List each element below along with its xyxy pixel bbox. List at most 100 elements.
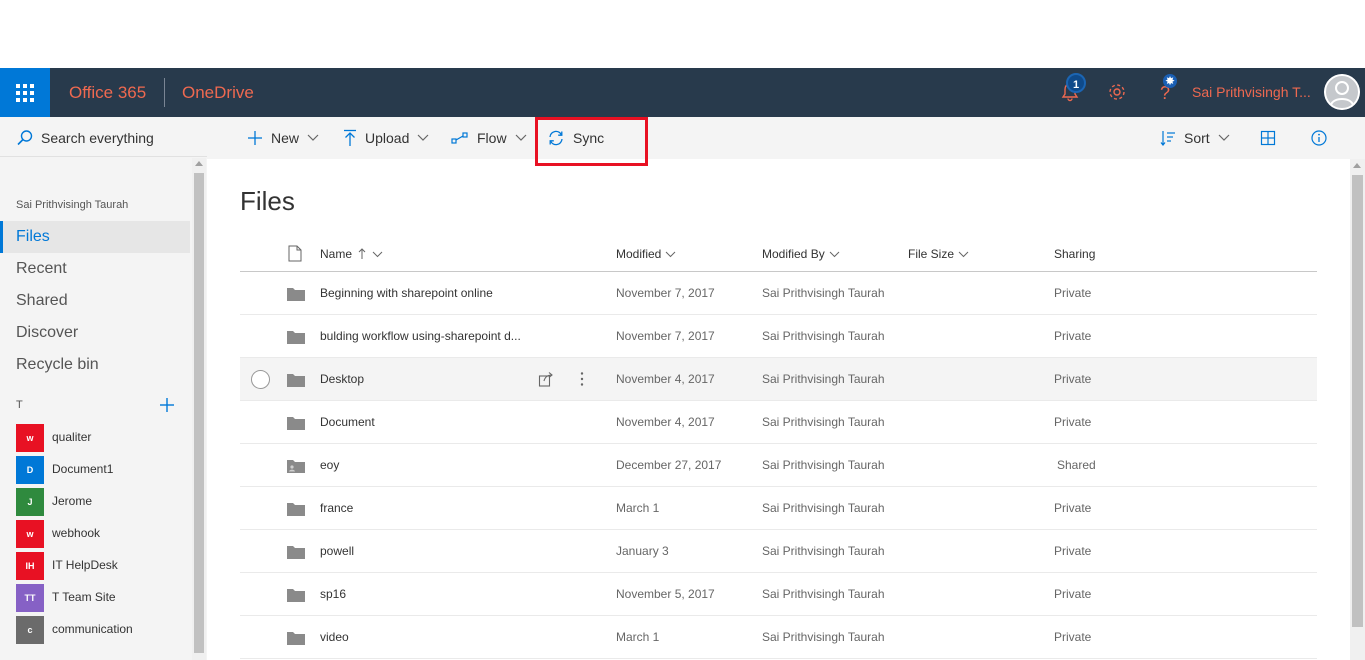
- file-name[interactable]: eoy: [320, 444, 530, 487]
- sharing-column-header[interactable]: Sharing: [1054, 247, 1095, 261]
- file-size-column-header[interactable]: File Size: [908, 247, 969, 261]
- file-name[interactable]: bulding workflow using-sharepoint d...: [320, 315, 530, 358]
- folder-icon: [287, 632, 305, 645]
- modified-by: Sai Prithvisingh Taurah: [762, 501, 885, 515]
- chevron-down-icon: [829, 251, 840, 257]
- nav-scroll-up-arrow-icon[interactable]: [195, 161, 203, 166]
- more-options-icon[interactable]: [577, 371, 587, 387]
- share-icon[interactable]: [538, 371, 554, 387]
- chevron-down-icon: [417, 134, 429, 141]
- table-row[interactable]: bulding workflow using-sharepoint d... N…: [240, 315, 1317, 358]
- file-name[interactable]: powell: [320, 530, 530, 573]
- shared-folder-icon: [287, 460, 305, 473]
- sharing-status: Private: [1054, 415, 1092, 429]
- nav-item-discover[interactable]: Discover: [0, 317, 190, 349]
- table-row[interactable]: video March 1 Sai Prithvisingh Taurah Pr…: [240, 616, 1317, 659]
- page-title: Files: [240, 186, 295, 216]
- avatar[interactable]: [1324, 74, 1360, 110]
- group-tile: J: [16, 488, 44, 516]
- info-pane-button[interactable]: [1311, 117, 1327, 159]
- group-item-jerome[interactable]: J Jerome: [16, 488, 190, 516]
- chevron-down-icon: [1218, 134, 1230, 141]
- help-badge-star-icon: ✸: [1163, 74, 1177, 88]
- table-row[interactable]: powell January 3 Sai Prithvisingh Taurah…: [240, 530, 1317, 573]
- file-name[interactable]: video: [320, 616, 530, 659]
- group-label: webhook: [52, 526, 101, 540]
- nav-item-recycle-bin[interactable]: Recycle bin: [0, 349, 190, 381]
- search-input[interactable]: [41, 128, 191, 148]
- nav-item-shared[interactable]: Shared: [0, 285, 190, 317]
- new-label: New: [271, 130, 300, 146]
- file-name[interactable]: sp16: [320, 573, 530, 616]
- table-row[interactable]: eoy December 27, 2017 Sai Prithvisingh T…: [240, 444, 1317, 487]
- sharing-status: Private: [1054, 501, 1092, 515]
- add-group-plus-icon[interactable]: [158, 396, 176, 414]
- modified-date: November 5, 2017: [616, 587, 715, 601]
- group-item-team-site[interactable]: TT T Team Site: [16, 584, 190, 612]
- flow-button[interactable]: Flow: [451, 117, 527, 159]
- sort-button[interactable]: Sort: [1160, 117, 1230, 159]
- name-column-header[interactable]: Name: [320, 247, 383, 261]
- sharing-status[interactable]: Shared: [1057, 444, 1096, 487]
- view-toggle-button[interactable]: [1260, 117, 1276, 159]
- upload-button[interactable]: Upload: [343, 117, 429, 159]
- group-item-it-helpdesk[interactable]: IH IT HelpDesk: [16, 552, 190, 580]
- nav-item-files[interactable]: Files: [0, 221, 190, 253]
- table-row[interactable]: sp16 November 5, 2017 Sai Prithvisingh T…: [240, 573, 1317, 616]
- settings-button[interactable]: [1103, 78, 1131, 106]
- group-tile: D: [16, 456, 44, 484]
- nav-item-recent[interactable]: Recent: [0, 253, 190, 285]
- folder-icon: [287, 546, 305, 559]
- folder-icon: [287, 589, 305, 602]
- group-label: T Team Site: [52, 590, 116, 604]
- group-item-webhook[interactable]: w webhook: [16, 520, 190, 548]
- folder-icon: [287, 417, 305, 430]
- file-name[interactable]: france: [320, 487, 530, 530]
- sharing-status: Private: [1054, 544, 1092, 558]
- file-name[interactable]: Beginning with sharepoint online: [320, 272, 530, 315]
- user-name[interactable]: Sai Prithvisingh T...: [1192, 68, 1317, 117]
- table-row[interactable]: Desktop November 4, 2017 Sai Prithvising…: [240, 358, 1317, 401]
- upload-icon: [344, 129, 356, 146]
- table-row[interactable]: Beginning with sharepoint online Novembe…: [240, 272, 1317, 315]
- file-type-column-header[interactable]: [288, 245, 302, 262]
- modified-by: Sai Prithvisingh Taurah: [762, 458, 885, 472]
- group-tile: c: [16, 616, 44, 644]
- file-name[interactable]: Desktop: [320, 358, 530, 401]
- chevron-down-icon: [307, 134, 319, 141]
- app-launcher-button[interactable]: [0, 68, 50, 117]
- file-name[interactable]: Document: [320, 401, 530, 444]
- nav-owner-name: Sai Prithvisingh Taurah: [16, 199, 129, 211]
- content-scrollbar-thumb[interactable]: [1352, 175, 1363, 627]
- group-item-document1[interactable]: D Document1: [16, 456, 190, 484]
- modified-column-header[interactable]: Modified: [616, 247, 676, 261]
- content-scroll-up-arrow-icon[interactable]: [1353, 163, 1361, 168]
- file-size-column-label: File Size: [908, 247, 955, 261]
- modified-by: Sai Prithvisingh Taurah: [762, 630, 885, 644]
- chevron-down-icon: [515, 134, 526, 141]
- folder-icon: [287, 374, 305, 387]
- modified-by: Sai Prithvisingh Taurah: [762, 329, 885, 343]
- search-icon[interactable]: [16, 129, 34, 147]
- group-tile: w: [16, 520, 44, 548]
- group-item-qualiter[interactable]: w qualiter: [16, 424, 190, 452]
- chevron-down-icon: [958, 251, 969, 257]
- modified-date: December 27, 2017: [616, 458, 722, 472]
- table-row[interactable]: france March 1 Sai Prithvisingh Taurah P…: [240, 487, 1317, 530]
- chevron-down-icon: [666, 251, 676, 257]
- group-item-communication[interactable]: c communication: [16, 616, 190, 644]
- new-button[interactable]: New: [247, 117, 319, 159]
- notification-badge: 1: [1066, 73, 1086, 93]
- group-label: Document1: [52, 462, 114, 476]
- modified-by-column-header[interactable]: Modified By: [762, 247, 840, 261]
- sort-ascending-arrow-icon: [358, 248, 366, 259]
- modified-by-column-label: Modified By: [762, 247, 825, 261]
- onedrive-app-name[interactable]: OneDrive: [182, 68, 254, 117]
- office365-brand[interactable]: Office 365: [69, 68, 146, 117]
- group-tile: w: [16, 424, 44, 452]
- modified-date: November 4, 2017: [616, 415, 715, 429]
- table-row[interactable]: Document November 4, 2017 Sai Prithvisin…: [240, 401, 1317, 444]
- row-select-checkbox[interactable]: [251, 370, 270, 389]
- suite-bar: Office 365 OneDrive ? Sai Prithvisingh T…: [0, 68, 1365, 117]
- nav-scrollbar-thumb[interactable]: [194, 173, 204, 653]
